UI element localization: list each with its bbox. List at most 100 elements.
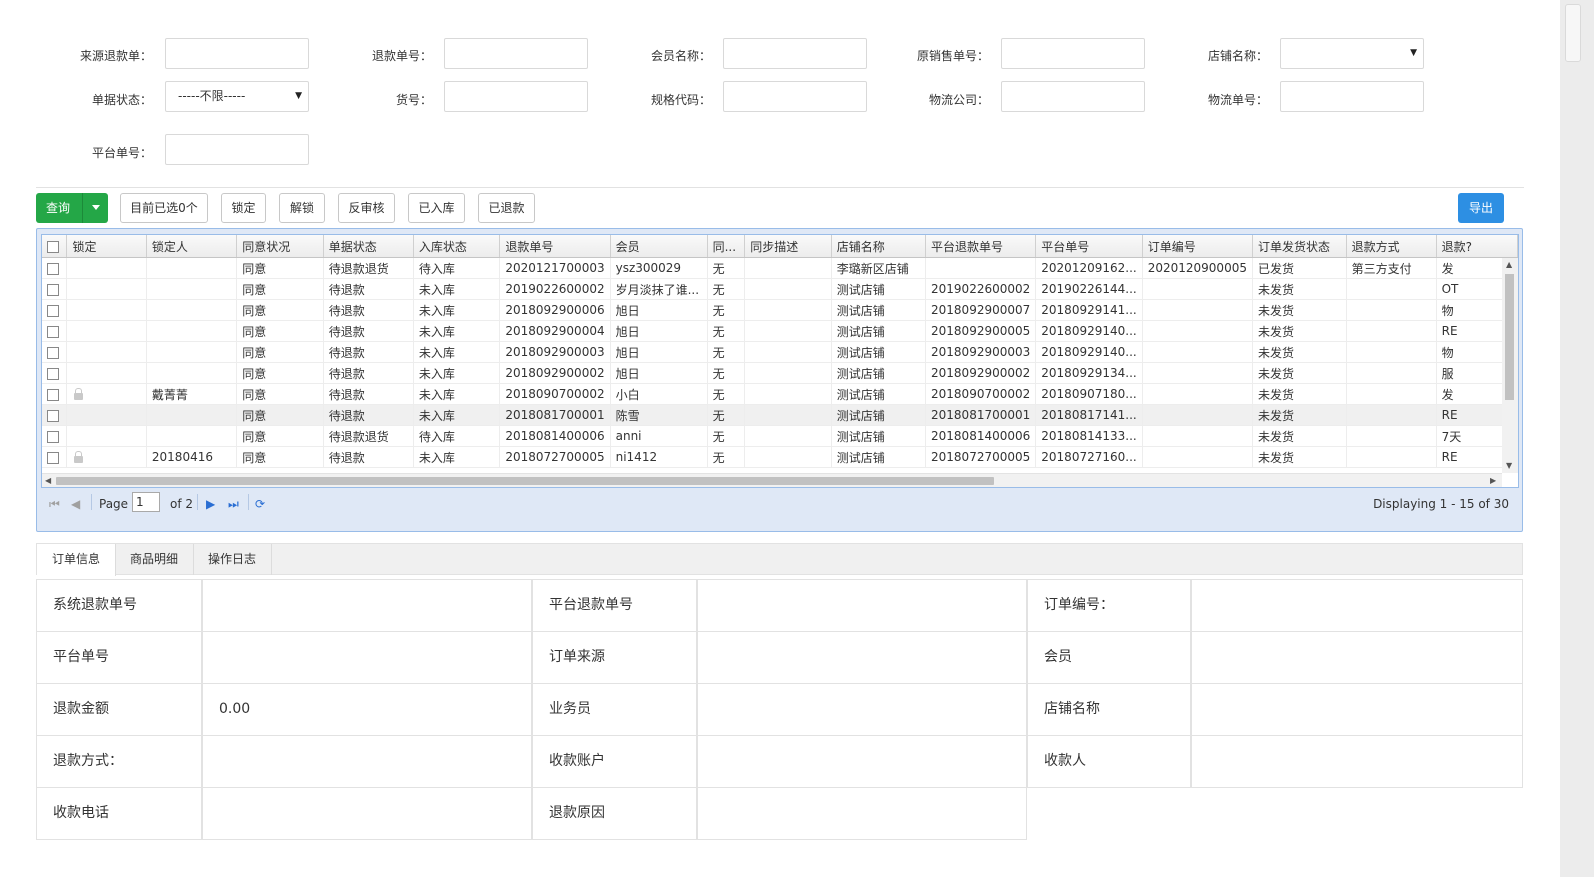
- col-header[interactable]: 退款?: [1436, 235, 1518, 258]
- grid-header-row: 锁定 锁定人 同意状况 单据状态 入库状态 退款单号 会员 同... 同步描述 …: [42, 235, 1518, 258]
- order-no-cell: [1142, 299, 1253, 321]
- horizontal-scrollbar[interactable]: ◀ ▶: [42, 473, 1502, 487]
- col-header[interactable]: 订单编号: [1142, 235, 1253, 258]
- table-row[interactable]: 同意 待退款 未入库 2018092900002 旭日无测试店铺 201809290000…: [42, 362, 1518, 384]
- order-no-cell: [1142, 404, 1253, 426]
- instock-button[interactable]: 已入库: [408, 193, 465, 223]
- table-row[interactable]: 20180416 同意 待退款 未入库 2018072700005 ni1412 无测试店铺…: [42, 446, 1518, 468]
- col-header[interactable]: 单据状态: [323, 235, 414, 258]
- table-row[interactable]: 同意 待退款 未入库 2018092900003 旭日无测试店铺 201809290000…: [42, 341, 1518, 363]
- col-header[interactable]: 锁定: [66, 235, 147, 258]
- select-all-checkbox[interactable]: [42, 235, 68, 258]
- member-cell: ni1412: [610, 446, 708, 468]
- col-header[interactable]: 同意状况: [236, 235, 324, 258]
- platform-no-input[interactable]: [165, 134, 309, 165]
- caret-down-icon[interactable]: [92, 205, 100, 210]
- row-checkbox[interactable]: [42, 446, 68, 468]
- tab-order-info[interactable]: 订单信息: [37, 544, 116, 576]
- row-checkbox[interactable]: [42, 341, 68, 363]
- shop-name-select[interactable]: ▼: [1280, 38, 1424, 69]
- info-label: 收款电话: [36, 787, 202, 840]
- sync-desc-cell: [744, 320, 832, 342]
- first-page-icon[interactable]: ⏮: [49, 497, 60, 512]
- info-label: 收款人: [1027, 735, 1191, 788]
- col-header[interactable]: 入库状态: [413, 235, 501, 258]
- page-number-input[interactable]: 1: [132, 492, 160, 512]
- table-row[interactable]: 戴菁菁 同意 待退款 未入库 2018090700002 小白无测试店铺 201809070…: [42, 383, 1518, 405]
- logistics-company-input[interactable]: [1001, 81, 1145, 112]
- prev-page-icon[interactable]: ◀: [71, 497, 80, 511]
- item-no-input[interactable]: [444, 81, 588, 112]
- unlock-button[interactable]: 解锁: [279, 193, 325, 223]
- page-scrollbar[interactable]: [1560, 0, 1594, 877]
- col-header[interactable]: 会员: [610, 235, 708, 258]
- export-button[interactable]: 导出: [1458, 193, 1504, 223]
- table-row[interactable]: 同意 待退款退货 待入库 2020121700003 ysz300029 无 李璐新区店铺 2…: [42, 257, 1518, 279]
- query-button[interactable]: 查询: [36, 193, 108, 223]
- info-value: [1191, 579, 1523, 632]
- scroll-left-icon[interactable]: ◀: [45, 474, 51, 487]
- shop-name-cell: 测试店铺: [831, 404, 927, 426]
- row-checkbox[interactable]: [42, 257, 68, 279]
- sync-desc-cell: [744, 341, 832, 363]
- scroll-thumb[interactable]: [56, 477, 994, 485]
- lock-cell: [66, 257, 147, 279]
- locker-cell: [146, 425, 238, 447]
- doc-status-cell: 待退款: [323, 278, 414, 300]
- locker-cell: [146, 320, 238, 342]
- col-header[interactable]: 平台退款单号: [925, 235, 1037, 258]
- order-no-cell: [1142, 320, 1253, 342]
- last-page-icon[interactable]: ⏭: [228, 497, 239, 512]
- info-label: 业务员: [532, 683, 697, 736]
- col-header[interactable]: 退款单号: [499, 235, 611, 258]
- locker-cell: 20180416: [146, 446, 238, 468]
- refund-no-input[interactable]: [444, 38, 588, 69]
- row-checkbox[interactable]: [42, 404, 68, 426]
- col-header[interactable]: 店铺名称: [831, 235, 927, 258]
- source-refund-input[interactable]: [165, 38, 309, 69]
- doc-status-select[interactable]: -----不限----- ▼: [165, 81, 309, 112]
- table-row[interactable]: 同意 待退款 未入库 2018092900006 旭日无 测试店铺 201809290000…: [42, 299, 1518, 321]
- locker-cell: [146, 278, 238, 300]
- tab-operation-log[interactable]: 操作日志: [193, 544, 272, 575]
- table-row[interactable]: 同意 待退款 未入库 2018081700001 陈雪无测试店铺 201808170000…: [42, 404, 1518, 426]
- doc-status-cell: 待退款: [323, 383, 414, 405]
- spec-code-input[interactable]: [723, 81, 867, 112]
- refund-method-cell: [1346, 341, 1437, 363]
- row-checkbox[interactable]: [42, 278, 68, 300]
- refresh-icon[interactable]: ⟳: [255, 497, 265, 511]
- col-header[interactable]: 同...: [707, 235, 746, 258]
- platform-no-cell: 20180814133...: [1035, 425, 1143, 447]
- member-name-input[interactable]: [723, 38, 867, 69]
- col-header[interactable]: 锁定人: [146, 235, 238, 258]
- col-header[interactable]: 退款方式: [1346, 235, 1437, 258]
- row-checkbox[interactable]: [42, 425, 68, 447]
- scroll-right-icon[interactable]: ▶: [1490, 474, 1496, 487]
- lock-button[interactable]: 锁定: [221, 193, 266, 223]
- logistics-no-input[interactable]: [1280, 81, 1424, 112]
- table-row[interactable]: 同意 待退款 未入库 2019022600002 岁月淡抹了谁... 无测试店铺 20190…: [42, 278, 1518, 300]
- row-checkbox[interactable]: [42, 383, 68, 405]
- scroll-up-icon[interactable]: ▲: [1506, 260, 1512, 269]
- next-page-icon[interactable]: ▶: [206, 497, 215, 511]
- row-checkbox[interactable]: [42, 362, 68, 384]
- divider: [36, 187, 1524, 188]
- vertical-scrollbar[interactable]: ▲ ▼: [1502, 258, 1518, 473]
- col-header[interactable]: 平台单号: [1035, 235, 1143, 258]
- row-checkbox[interactable]: [42, 299, 68, 321]
- refunded-button[interactable]: 已退款: [478, 193, 535, 223]
- page-scroll-thumb[interactable]: [1565, 4, 1581, 62]
- col-header[interactable]: 同步描述: [744, 235, 832, 258]
- filter-label-logistics-no: 物流单号：: [1207, 93, 1268, 107]
- table-row[interactable]: 同意 待退款退货 待入库 2018081400006 anni 无测试店铺 20180814…: [42, 425, 1518, 447]
- scroll-thumb[interactable]: [1505, 274, 1514, 400]
- scroll-down-icon[interactable]: ▼: [1506, 461, 1512, 470]
- table-row[interactable]: 同意 待退款 未入库 2018092900004 旭日无 测试店铺 201809290000…: [42, 320, 1518, 342]
- origin-sale-no-input[interactable]: [1001, 38, 1145, 69]
- selected-count-button[interactable]: 目前已选0个: [120, 193, 208, 223]
- col-header[interactable]: 订单发货状态: [1252, 235, 1347, 258]
- unaudit-button[interactable]: 反审核: [338, 193, 395, 223]
- refund-no-cell: 2019022600002: [499, 278, 611, 300]
- row-checkbox[interactable]: [42, 320, 68, 342]
- tab-goods-detail[interactable]: 商品明细: [115, 544, 194, 575]
